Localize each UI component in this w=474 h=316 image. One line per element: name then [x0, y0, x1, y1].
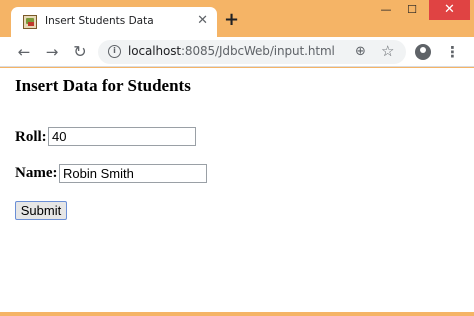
url-path: :8085/JdbcWeb/input.html	[180, 44, 335, 58]
profile-avatar-icon[interactable]	[415, 44, 431, 60]
browser-toolbar: ← → ↻ i localhost:8085/JdbcWeb/input.htm…	[0, 37, 474, 67]
address-bar[interactable]: i localhost:8085/JdbcWeb/input.html ⊕ ☆	[98, 40, 406, 64]
url-text[interactable]: localhost:8085/JdbcWeb/input.html	[128, 44, 335, 58]
name-input[interactable]: Robin Smith	[59, 164, 207, 183]
favicon-icon	[23, 15, 37, 29]
tab-close-icon[interactable]: ✕	[197, 13, 208, 29]
reload-icon[interactable]: ↻	[70, 42, 90, 62]
roll-label: Roll:	[15, 129, 47, 145]
name-label: Name:	[15, 165, 58, 181]
site-info-icon[interactable]: i	[108, 45, 121, 58]
browser-tab[interactable]: Insert Students Data ✕	[11, 7, 217, 38]
minimize-button[interactable]: —	[372, 0, 400, 20]
submit-button[interactable]: Submit	[15, 201, 67, 220]
forward-arrow-icon[interactable]: →	[42, 42, 62, 62]
maximize-button[interactable]: ☐	[398, 0, 426, 20]
window-close-button[interactable]: ✕	[429, 0, 470, 20]
back-arrow-icon[interactable]: ←	[14, 42, 34, 62]
new-tab-button[interactable]: +	[224, 11, 239, 29]
bookmark-star-icon[interactable]: ☆	[381, 41, 394, 61]
page-title: Insert Data for Students	[15, 76, 191, 95]
menu-kebab-icon[interactable]: ⋮	[445, 42, 460, 62]
url-host: localhost	[128, 44, 181, 58]
roll-input[interactable]: 40	[48, 127, 196, 146]
tab-title: Insert Students Data	[45, 15, 154, 27]
zoom-icon[interactable]: ⊕	[355, 42, 366, 62]
page-content: Insert Data for Students Roll: 40 Name: …	[0, 68, 474, 312]
